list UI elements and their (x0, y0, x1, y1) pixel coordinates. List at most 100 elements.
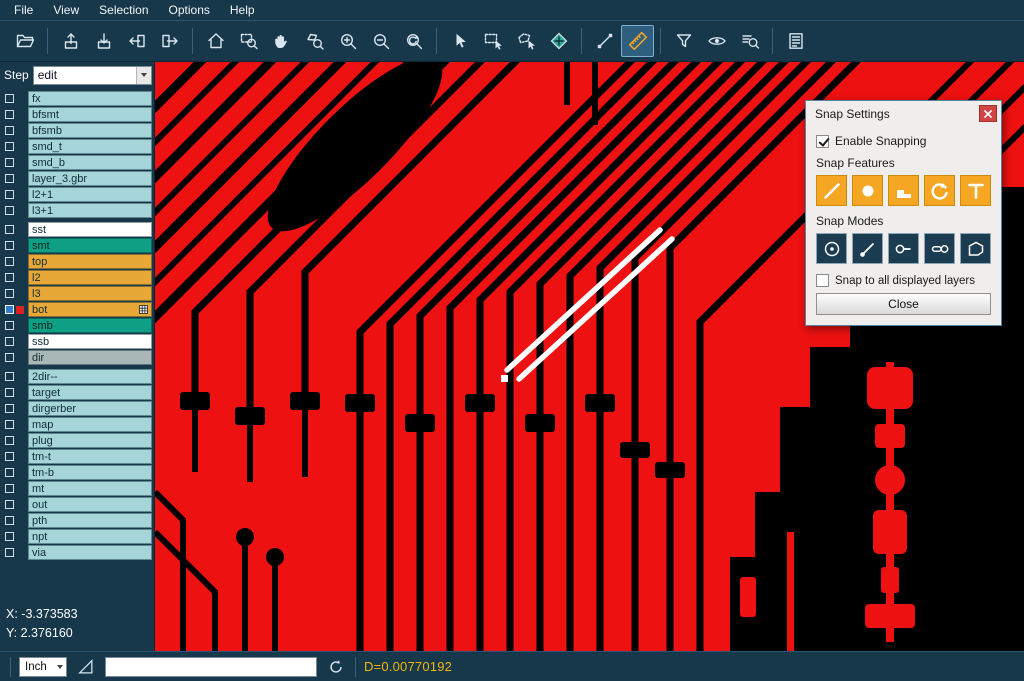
upload-button[interactable] (54, 25, 87, 57)
line-tool-button[interactable] (588, 25, 621, 57)
layer-item-npt[interactable]: npt (28, 529, 152, 544)
home-view-button[interactable] (199, 25, 232, 57)
layer-visibility-checkbox[interactable] (5, 532, 14, 541)
select-polygon-button[interactable] (509, 25, 542, 57)
close-button[interactable]: Close (816, 293, 991, 315)
layer-item-smd_b[interactable]: smd_b (28, 155, 152, 170)
layer-item-map[interactable]: map (28, 417, 152, 432)
layer-visibility-checkbox[interactable] (5, 94, 14, 103)
layer-visibility-checkbox[interactable] (5, 353, 14, 362)
layer-item-out[interactable]: out (28, 497, 152, 512)
chevron-down-icon[interactable] (136, 67, 151, 84)
enable-snapping-checkbox[interactable]: Enable Snapping (816, 134, 991, 148)
layer-visibility-checkbox[interactable] (5, 305, 14, 314)
export-button[interactable] (153, 25, 186, 57)
pan-button[interactable] (265, 25, 298, 57)
refresh-icon[interactable] (325, 656, 347, 678)
command-input[interactable] (105, 657, 317, 677)
layer-visibility-checkbox[interactable] (5, 548, 14, 557)
layer-visibility-checkbox[interactable] (5, 142, 14, 151)
zoom-previous-button[interactable] (397, 25, 430, 57)
layer-visibility-checkbox[interactable] (5, 468, 14, 477)
layer-visibility-checkbox[interactable] (5, 273, 14, 282)
select-rectangle-button[interactable] (476, 25, 509, 57)
layer-item-2dir--[interactable]: 2dir-- (28, 369, 152, 384)
snap-all-layers-checkbox[interactable]: Snap to all displayed layers (816, 274, 991, 287)
layer-item-target[interactable]: target (28, 385, 152, 400)
step-select[interactable]: edit (33, 66, 152, 85)
layer-item-dirgerber[interactable]: dirgerber (28, 401, 152, 416)
mode-endpoint-button[interactable] (852, 233, 883, 264)
download-button[interactable] (87, 25, 120, 57)
layer-item-mt[interactable]: mt (28, 481, 152, 496)
layer-visibility-checkbox[interactable] (5, 500, 14, 509)
snap-arc-button[interactable] (924, 175, 955, 206)
layer-item-pth[interactable]: pth (28, 513, 152, 528)
ruler-tool-button[interactable] (621, 25, 654, 57)
checkbox-icon[interactable] (816, 274, 829, 287)
menu-item-view[interactable]: View (43, 2, 89, 18)
layer-item-fx[interactable]: fx (28, 91, 152, 106)
layer-visibility-checkbox[interactable] (5, 257, 14, 266)
menu-item-file[interactable]: File (4, 2, 43, 18)
layer-item-tm-b[interactable]: tm-b (28, 465, 152, 480)
checkbox-icon[interactable] (816, 135, 829, 148)
layer-visibility-checkbox[interactable] (5, 337, 14, 346)
dialog-title-bar[interactable]: Snap Settings (806, 101, 1001, 126)
layer-visibility-checkbox[interactable] (5, 372, 14, 381)
layer-visibility-checkbox[interactable] (5, 110, 14, 119)
layer-visibility-checkbox[interactable] (5, 420, 14, 429)
zoom-window-button[interactable] (232, 25, 265, 57)
mode-center-button[interactable] (816, 233, 847, 264)
layer-item-top[interactable]: top (28, 254, 152, 269)
layer-visibility-checkbox[interactable] (5, 289, 14, 298)
snap-pad-button[interactable] (852, 175, 883, 206)
layer-visibility-checkbox[interactable] (5, 388, 14, 397)
snap-text-button[interactable] (960, 175, 991, 206)
menu-item-help[interactable]: Help (220, 2, 265, 18)
select-pointer-button[interactable] (443, 25, 476, 57)
layer-visibility-checkbox[interactable] (5, 452, 14, 461)
layer-item-l2+1[interactable]: l2+1 (28, 187, 152, 202)
layer-visibility-checkbox[interactable] (5, 516, 14, 525)
layer-item-bfsmb[interactable]: bfsmb (28, 123, 152, 138)
layer-visibility-checkbox[interactable] (5, 158, 14, 167)
mode-slot-left-button[interactable] (888, 233, 919, 264)
layer-visibility-checkbox[interactable] (5, 206, 14, 215)
layer-item-dir[interactable]: dir (28, 350, 152, 365)
snap-line-button[interactable] (816, 175, 847, 206)
layer-visibility-checkbox[interactable] (5, 225, 14, 234)
layer-item-plug[interactable]: plug (28, 433, 152, 448)
layer-item-l2[interactable]: l2 (28, 270, 152, 285)
layer-item-via[interactable]: via (28, 545, 152, 560)
import-button[interactable] (120, 25, 153, 57)
visibility-button[interactable] (700, 25, 733, 57)
mode-outline-button[interactable] (960, 233, 991, 264)
mode-slot-right-button[interactable] (924, 233, 955, 264)
layer-visibility-checkbox[interactable] (5, 436, 14, 445)
snap-diamond-button[interactable] (542, 25, 575, 57)
layer-visibility-checkbox[interactable] (5, 484, 14, 493)
layer-item-smb[interactable]: smb (28, 318, 152, 333)
layer-visibility-checkbox[interactable] (5, 241, 14, 250)
zoom-in-button[interactable] (331, 25, 364, 57)
layer-item-ssb[interactable]: ssb (28, 334, 152, 349)
unit-select[interactable]: Inch (19, 657, 67, 677)
open-job-button[interactable] (8, 25, 41, 57)
layer-item-bot[interactable]: bot (28, 302, 152, 317)
find-button[interactable] (733, 25, 766, 57)
layer-item-l3+1[interactable]: l3+1 (28, 203, 152, 218)
layer-item-smd_t[interactable]: smd_t (28, 139, 152, 154)
layer-visibility-checkbox[interactable] (5, 174, 14, 183)
layer-visibility-checkbox[interactable] (5, 404, 14, 413)
filter-button[interactable] (667, 25, 700, 57)
close-icon[interactable] (979, 105, 997, 122)
layer-visibility-checkbox[interactable] (5, 321, 14, 330)
layer-item-sst[interactable]: sst (28, 222, 152, 237)
triangle-tool-icon[interactable] (75, 656, 97, 678)
menu-item-selection[interactable]: Selection (89, 2, 158, 18)
layer-visibility-checkbox[interactable] (5, 126, 14, 135)
layer-item-bfsmt[interactable]: bfsmt (28, 107, 152, 122)
report-button[interactable] (779, 25, 812, 57)
snap-corner-button[interactable] (888, 175, 919, 206)
